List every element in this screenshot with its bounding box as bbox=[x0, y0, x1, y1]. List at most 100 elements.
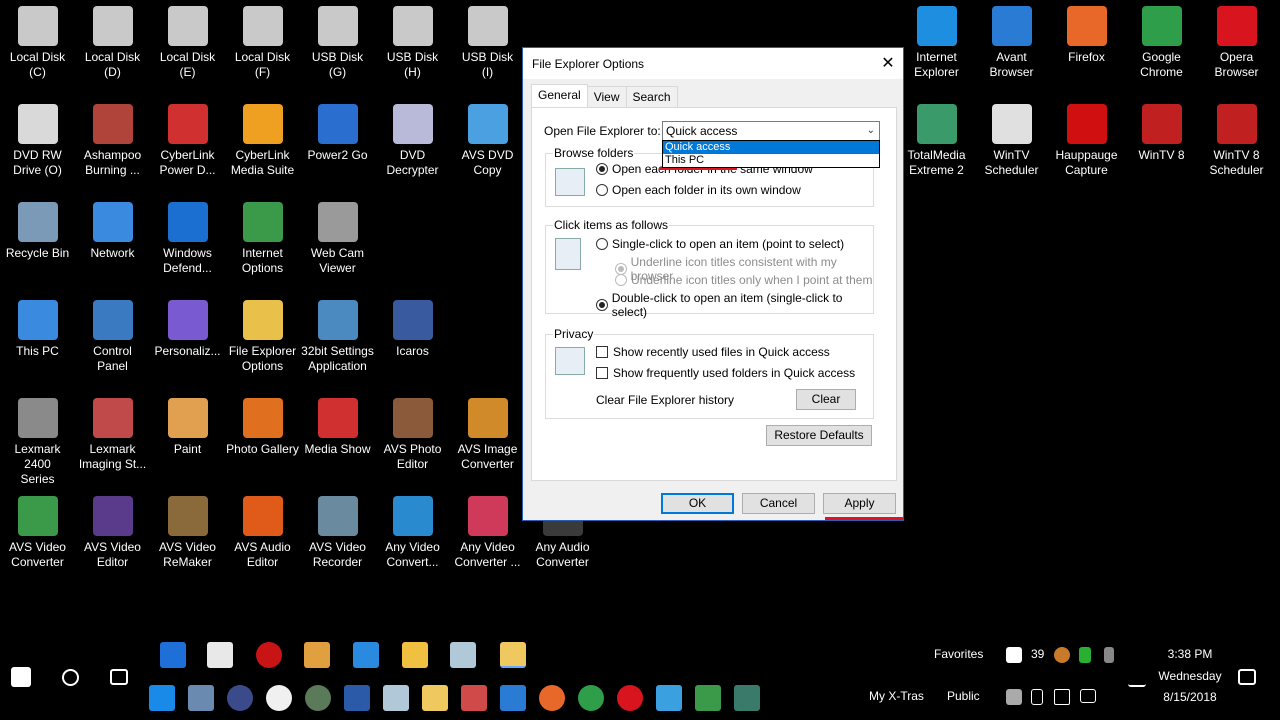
desktop-icon-wintv-scheduler[interactable]: WinTV Scheduler bbox=[974, 98, 1049, 194]
desktop-icon-avs-video-converter[interactable]: AVS Video Converter bbox=[0, 490, 75, 586]
chrome-icon[interactable] bbox=[578, 685, 604, 711]
ok-button[interactable]: OK bbox=[661, 493, 734, 514]
desktop-icon-local-disk-e[interactable]: Local Disk (E) bbox=[150, 0, 225, 96]
frequent-folders-option[interactable]: Show frequently used folders in Quick ac… bbox=[596, 366, 855, 380]
tray-app-icon[interactable] bbox=[1006, 689, 1022, 705]
desktop-icon-totalmedia[interactable]: TotalMedia Extreme 2 bbox=[899, 98, 974, 194]
own-window-option[interactable]: Open each folder in its own window bbox=[596, 183, 801, 197]
app-icon[interactable] bbox=[461, 685, 487, 711]
edge-icon[interactable] bbox=[160, 642, 186, 668]
desktop-icon-recycle-bin[interactable]: Recycle Bin bbox=[0, 196, 75, 292]
desktop-icon-hauppauge[interactable]: Hauppauge Capture bbox=[1049, 98, 1124, 194]
desktop-icon-icaros[interactable]: Icaros bbox=[375, 294, 450, 390]
desktop-icon-lexmark-imaging[interactable]: Lexmark Imaging St... bbox=[75, 392, 150, 488]
desktop-icon-file-explorer-options[interactable]: File Explorer Options bbox=[225, 294, 300, 390]
desktop-icon-any-video-converter[interactable]: Any Video Converter ... bbox=[450, 490, 525, 586]
single-click-radio[interactable] bbox=[596, 238, 608, 250]
underline-point-radio[interactable] bbox=[615, 274, 627, 286]
desktop-icon-avs-photo-editor[interactable]: AVS Photo Editor bbox=[375, 392, 450, 488]
desktop-icon-avs-video-editor[interactable]: AVS Video Editor bbox=[75, 490, 150, 586]
open-to-select[interactable]: Quick access ⌄ bbox=[662, 121, 880, 141]
desktop-icon-any-video-convert[interactable]: Any Video Convert... bbox=[375, 490, 450, 586]
desktop-icon-personalize[interactable]: Personaliz... bbox=[150, 294, 225, 390]
desktop-icon-lexmark-2400[interactable]: Lexmark 2400 Series bbox=[0, 392, 75, 488]
close-icon[interactable]: ✕ bbox=[873, 49, 903, 79]
desktop-icon-network[interactable]: Network bbox=[75, 196, 150, 292]
media-player-icon[interactable] bbox=[304, 642, 330, 668]
underline-point-option[interactable]: Underline icon titles only when I point … bbox=[615, 273, 872, 287]
word-icon[interactable] bbox=[344, 685, 370, 711]
option-this-pc[interactable]: This PC bbox=[663, 154, 879, 167]
desktop-icon-opera-browser[interactable]: Opera Browser bbox=[1199, 0, 1274, 96]
desktop-icon-avs-audio-editor[interactable]: AVS Audio Editor bbox=[225, 490, 300, 586]
notes-icon[interactable] bbox=[383, 685, 409, 711]
cancel-button[interactable]: Cancel bbox=[742, 493, 815, 514]
tray-app-icon[interactable] bbox=[1079, 647, 1091, 663]
double-click-option[interactable]: Double-click to open an item (single-cli… bbox=[596, 291, 873, 319]
file-explorer-icon[interactable] bbox=[402, 642, 428, 668]
desktop-icon[interactable] bbox=[149, 685, 175, 711]
desktop-icon-web-cam-viewer[interactable]: Web Cam Viewer bbox=[300, 196, 375, 292]
volume-icon[interactable] bbox=[1054, 689, 1070, 705]
notes-icon[interactable] bbox=[450, 642, 476, 668]
public-toolbar[interactable]: Public bbox=[947, 689, 980, 703]
icaros-icon[interactable] bbox=[227, 685, 253, 711]
tab-general[interactable]: General bbox=[531, 84, 588, 107]
desktop-icon-wintv-8-scheduler[interactable]: WinTV 8 Scheduler bbox=[1199, 98, 1274, 194]
internet-explorer-icon[interactable] bbox=[353, 642, 379, 668]
desktop-icon-wintv-8[interactable]: WinTV 8 bbox=[1124, 98, 1199, 194]
desktop-icon-avs-image-converter[interactable]: AVS Image Converter bbox=[450, 392, 525, 488]
desktop-icon-photo-gallery[interactable]: Photo Gallery bbox=[225, 392, 300, 488]
desktop-icon-ashampoo[interactable]: Ashampoo Burning ... bbox=[75, 98, 150, 194]
network-icon[interactable] bbox=[1080, 689, 1096, 703]
recent-files-checkbox[interactable] bbox=[596, 346, 608, 358]
desktop-icon-internet-explorer[interactable]: Internet Explorer bbox=[899, 0, 974, 96]
single-click-option[interactable]: Single-click to open an item (point to s… bbox=[596, 237, 844, 251]
app-icon[interactable] bbox=[656, 685, 682, 711]
tray-app-icon[interactable] bbox=[1054, 647, 1070, 663]
desktop-icon-google-chrome[interactable]: Google Chrome bbox=[1124, 0, 1199, 96]
clock-day[interactable]: Wednesday bbox=[1150, 669, 1230, 683]
search-circle-icon[interactable] bbox=[62, 669, 79, 686]
desktop-icon-avs-video-recorder[interactable]: AVS Video Recorder bbox=[300, 490, 375, 586]
desktop-icon-firefox[interactable]: Firefox bbox=[1049, 0, 1124, 96]
task-view-icon[interactable] bbox=[110, 669, 128, 685]
app-icon[interactable] bbox=[695, 685, 721, 711]
clock-date[interactable]: 8/15/2018 bbox=[1150, 690, 1230, 704]
pen-icon[interactable] bbox=[1128, 669, 1146, 687]
action-center-icon[interactable] bbox=[1238, 669, 1256, 685]
clock-time[interactable]: 3:38 PM bbox=[1160, 647, 1220, 661]
usb-icon[interactable] bbox=[1031, 689, 1043, 705]
desktop-icon-avs-dvd-copy[interactable]: AVS DVD Copy bbox=[450, 98, 525, 194]
tab-search[interactable]: Search bbox=[625, 86, 678, 107]
app-icon[interactable] bbox=[188, 685, 214, 711]
desktop-icon-32bit-settings[interactable]: 32bit Settings Application bbox=[300, 294, 375, 390]
option-quick-access[interactable]: Quick access bbox=[663, 141, 879, 154]
double-click-radio[interactable] bbox=[596, 299, 608, 311]
desktop-icon-this-pc[interactable]: This PC bbox=[0, 294, 75, 390]
desktop-icon-local-disk-c[interactable]: Local Disk (C) bbox=[0, 0, 75, 96]
desktop-icon-cyberlink-media[interactable]: CyberLink Media Suite bbox=[225, 98, 300, 194]
desktop-icon-avant-browser[interactable]: Avant Browser bbox=[974, 0, 1049, 96]
shield-icon[interactable] bbox=[1006, 647, 1022, 663]
clock-icon[interactable] bbox=[266, 685, 292, 711]
mail-icon[interactable] bbox=[207, 642, 233, 668]
my-xtras-toolbar[interactable]: My X-Tras bbox=[869, 689, 924, 703]
record-icon[interactable] bbox=[256, 642, 282, 668]
app-icon[interactable] bbox=[734, 685, 760, 711]
desktop-icon-avs-video-remaker[interactable]: AVS Video ReMaker bbox=[150, 490, 225, 586]
battery-icon[interactable] bbox=[1104, 647, 1114, 663]
desktop-icon-windows-defender[interactable]: Windows Defend... bbox=[150, 196, 225, 292]
desktop-icon-paint[interactable]: Paint bbox=[150, 392, 225, 488]
desktop-icon-usb-disk-i[interactable]: USB Disk (I) bbox=[450, 0, 525, 96]
desktop-icon-power2go[interactable]: Power2 Go bbox=[300, 98, 375, 194]
desktop-icon-dvd-decrypter[interactable]: DVD Decrypter bbox=[375, 98, 450, 194]
desktop-icon-usb-disk-g[interactable]: USB Disk (G) bbox=[300, 0, 375, 96]
desktop-icon-local-disk-f[interactable]: Local Disk (F) bbox=[225, 0, 300, 96]
restore-defaults-button[interactable]: Restore Defaults bbox=[766, 425, 872, 446]
own-window-radio[interactable] bbox=[596, 184, 608, 196]
desktop-icon-control-panel[interactable]: Control Panel bbox=[75, 294, 150, 390]
avant-icon[interactable] bbox=[500, 685, 526, 711]
file-explorer-options-icon[interactable] bbox=[500, 642, 526, 668]
same-window-radio[interactable] bbox=[596, 163, 608, 175]
